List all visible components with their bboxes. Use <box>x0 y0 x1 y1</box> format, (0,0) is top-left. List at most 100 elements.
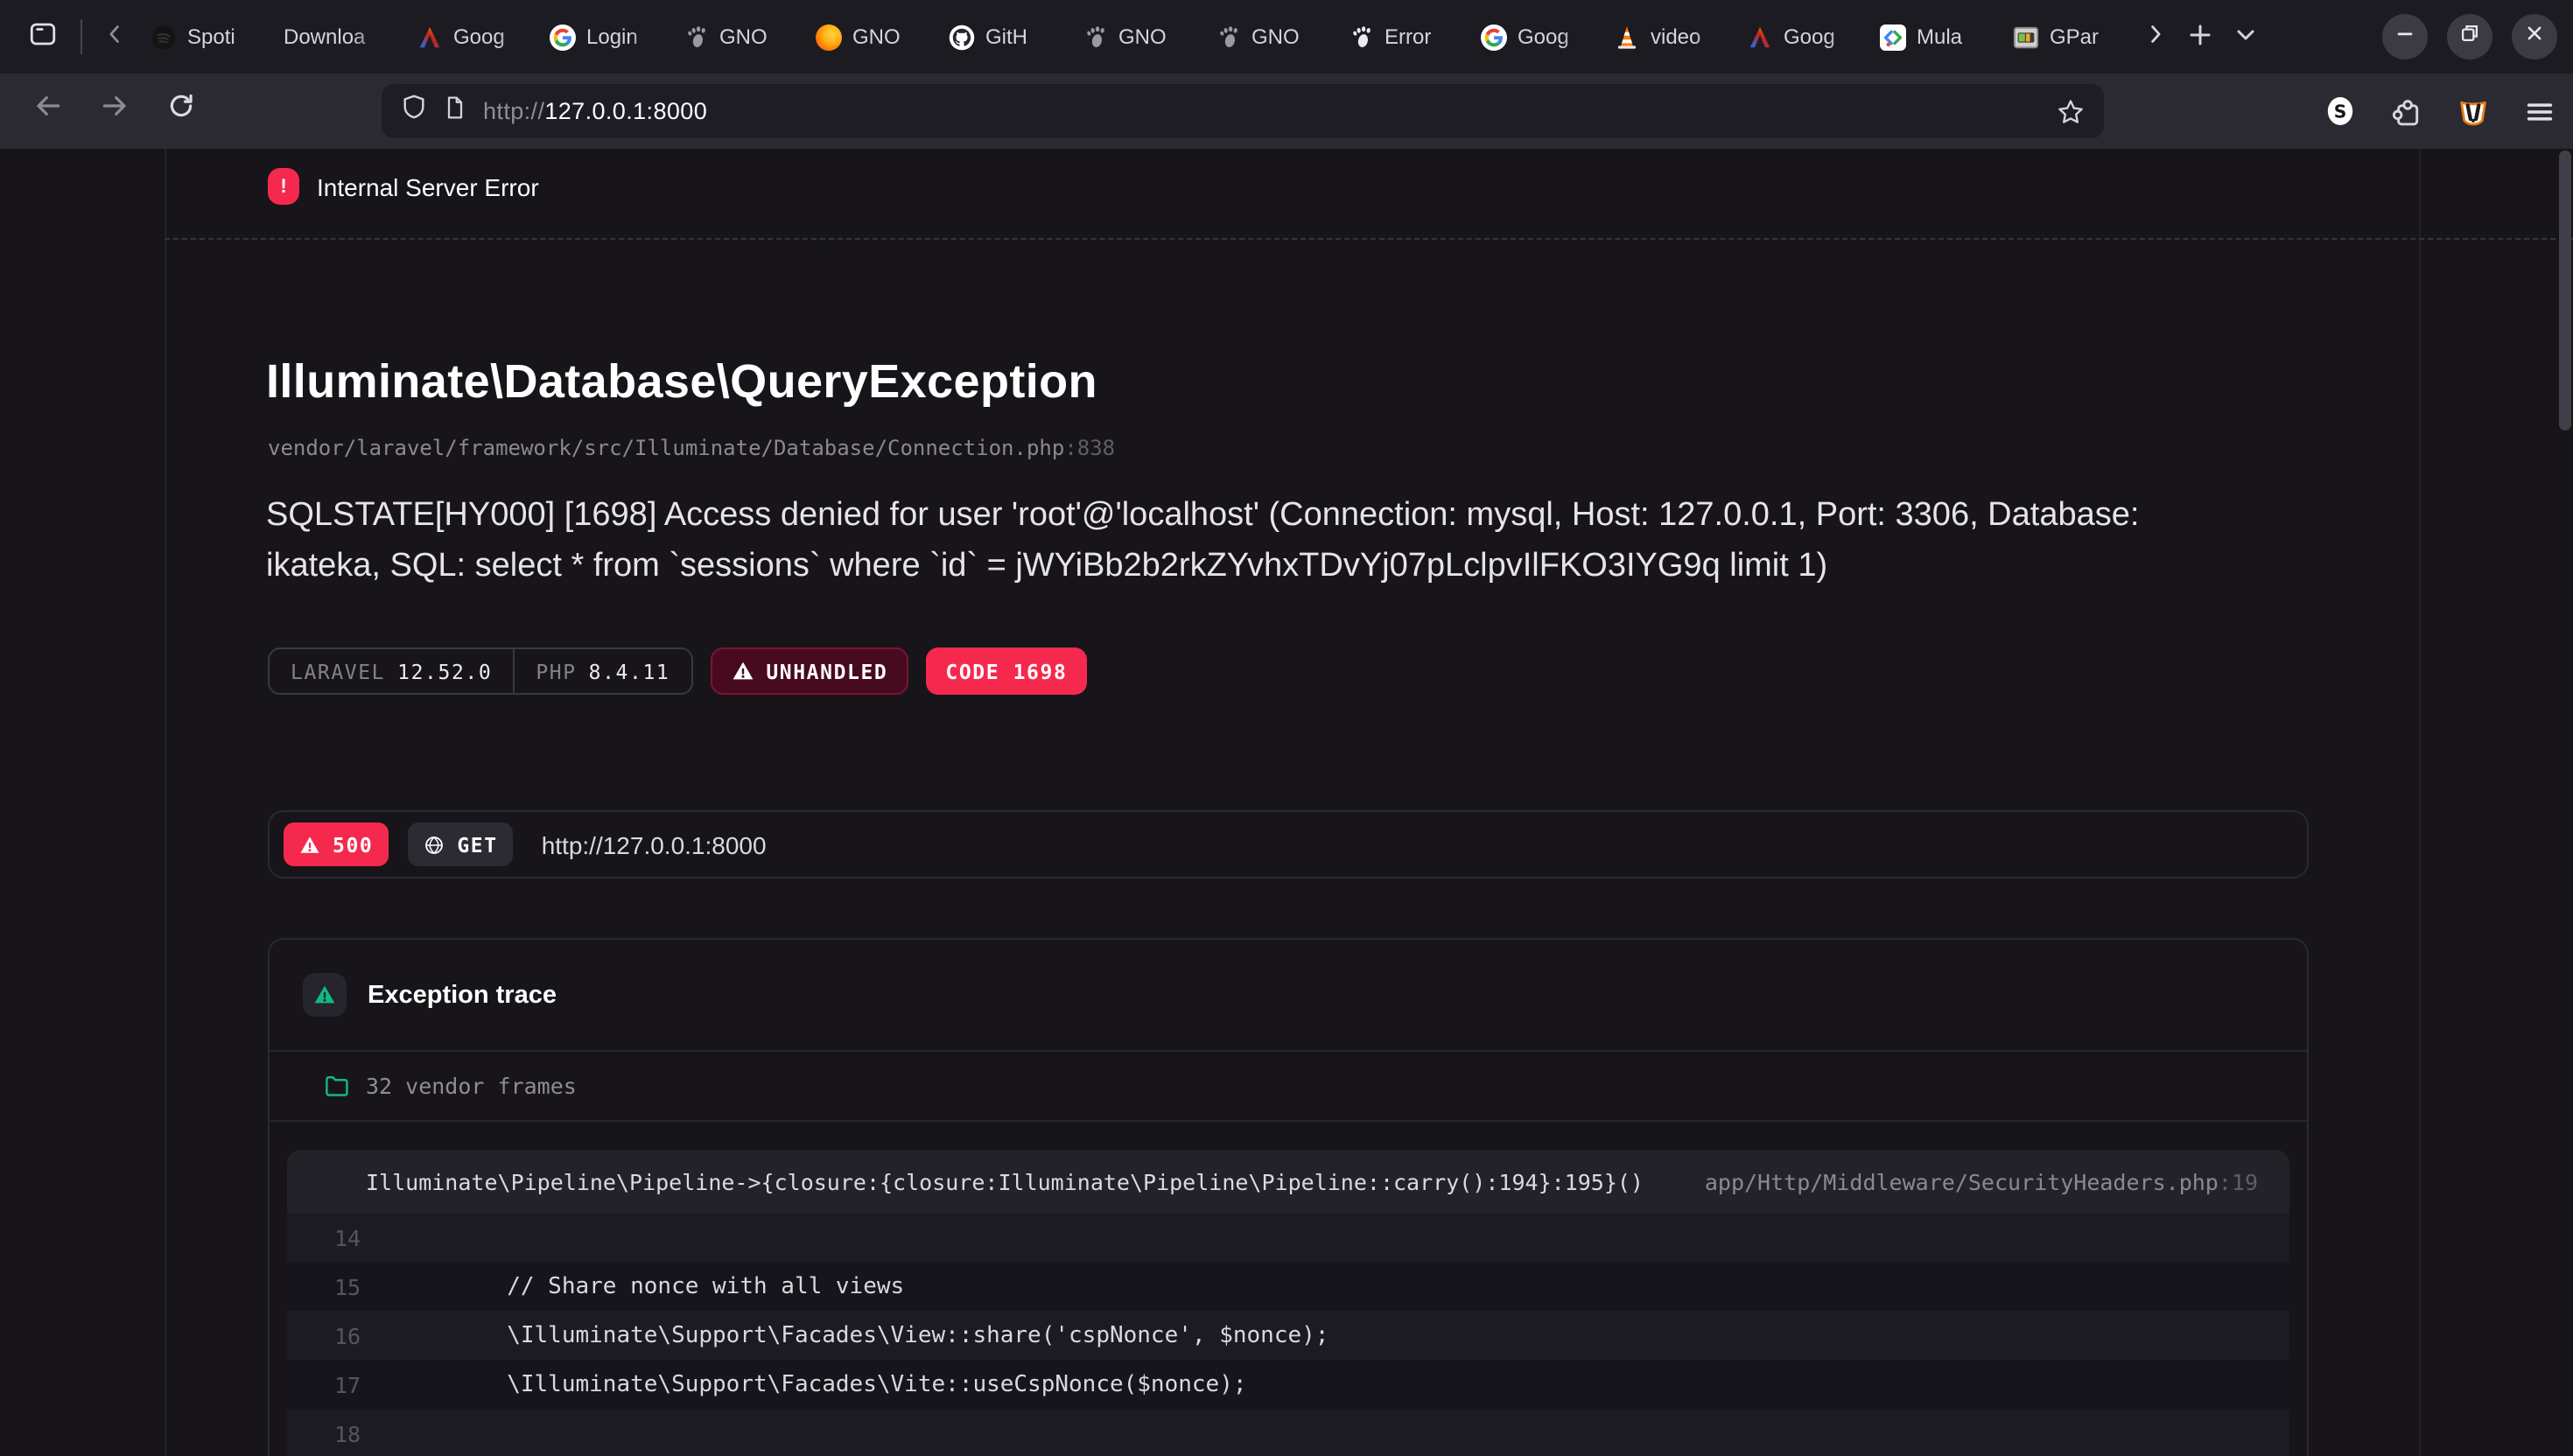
gradient-a-icon <box>1747 24 1773 50</box>
tab-scroll-left-button[interactable] <box>95 10 133 63</box>
warning-triangle-icon <box>299 834 320 855</box>
minimize-button[interactable] <box>2382 14 2428 60</box>
line-code: \Illuminate\Support\Facades\Vite::useCsp… <box>397 1371 1247 1397</box>
gnome-foot-white-icon <box>1348 24 1374 50</box>
frame-file: app/Http/Middleware/SecurityHeaders.php <box>1705 1168 2219 1194</box>
gparted-icon <box>2013 24 2039 50</box>
tab-error[interactable]: Error <box>1336 8 1465 66</box>
url-scheme: http:// <box>483 98 544 124</box>
tab-label: Goog <box>1518 24 1586 49</box>
tab-label: Spoti <box>187 24 256 49</box>
code-line: 17 \Illuminate\Support\Facades\Vite::use… <box>287 1360 2289 1409</box>
navigation-toolbar: http://127.0.0.1:8000 S <box>0 74 2573 149</box>
meta-badges: LARAVEL 12.52.0 PHP 8.4.11 UNHANDLED COD… <box>268 648 1086 695</box>
hamburger-menu-icon[interactable] <box>2524 95 2555 127</box>
warning-triangle-icon <box>731 660 754 682</box>
plus-icon <box>2186 20 2214 53</box>
laravel-label: LARAVEL <box>291 659 385 683</box>
vendor-frames-label: 32 vendor frames <box>366 1073 577 1099</box>
error-exclamation-icon: ! <box>268 168 299 205</box>
tab-github[interactable]: GitH <box>936 8 1066 66</box>
line-number: 18 <box>287 1420 397 1446</box>
tab-label: Mula <box>1917 24 1985 49</box>
restore-button[interactable] <box>2447 14 2492 60</box>
unhandled-badge: UNHANDLED <box>710 648 908 695</box>
tab-scroll-right-button[interactable] <box>2132 10 2177 63</box>
new-tab-button[interactable] <box>2177 10 2223 63</box>
tab-label: GNO <box>852 24 921 49</box>
forward-button[interactable] <box>88 84 140 136</box>
error-page: ! Internal Server Error Illuminate\Datab… <box>0 149 2573 1456</box>
svg-text:S: S <box>2334 101 2347 122</box>
tab-mula[interactable]: Mula <box>1868 8 1997 66</box>
list-all-tabs-button[interactable] <box>2223 10 2268 63</box>
error-banner-label: Internal Server Error <box>317 172 539 200</box>
vlc-cone-icon <box>1614 24 1640 50</box>
back-button[interactable] <box>21 84 74 136</box>
browser-window: Spoti Downloa Goog Login GNO GNO <box>0 0 2573 1456</box>
tab-label: video <box>1651 24 1719 49</box>
exception-message: SQLSTATE[HY000] [1698] Access denied for… <box>266 490 2349 592</box>
globe-icon <box>424 834 445 855</box>
back-arrow-icon <box>32 91 62 130</box>
error-code-badge: CODE 1698 <box>926 648 1086 695</box>
laravel-version: LARAVEL 12.52.0 <box>270 649 513 693</box>
trace-header: Exception trace <box>270 940 2307 1050</box>
exception-trace-card: Exception trace 32 vendor frames Illumin… <box>268 938 2309 1456</box>
chevron-right-icon <box>2142 21 2168 52</box>
window-controls <box>2382 14 2557 60</box>
tab-video[interactable]: video <box>1602 8 1731 66</box>
code-line: 16 \Illuminate\Support\Facades\View::sha… <box>287 1311 2289 1360</box>
php-version: PHP 8.4.11 <box>513 649 691 693</box>
right-guide-line <box>2419 149 2421 1456</box>
vendor-frames-toggle[interactable]: 32 vendor frames <box>270 1050 2307 1122</box>
chevron-left-icon <box>101 21 127 52</box>
tab-gnome-3[interactable]: GNO <box>1069 8 1199 66</box>
minimize-icon <box>2393 20 2417 53</box>
reload-icon <box>165 91 195 130</box>
reload-button[interactable] <box>154 84 207 136</box>
url-bar[interactable]: http://127.0.0.1:8000 <box>382 84 2104 138</box>
line-number: 15 <box>287 1273 397 1299</box>
status-500-badge: 500 <box>284 822 389 866</box>
sidebar-toggle-button[interactable] <box>16 10 68 63</box>
extensions-puzzle-icon[interactable] <box>2391 95 2422 127</box>
request-bar: 500 GET http://127.0.0.1:8000 <box>268 810 2309 878</box>
exception-line: :838 <box>1064 436 1115 460</box>
version-pill: LARAVEL 12.52.0 PHP 8.4.11 <box>268 648 692 695</box>
line-code: \Illuminate\Support\Facades\View::share(… <box>397 1322 1329 1348</box>
privacy-badger-extension-icon[interactable] <box>2457 95 2489 127</box>
tab-gnome-1[interactable]: GNO <box>670 8 800 66</box>
code-line: 18 <box>287 1409 2289 1456</box>
tab-download[interactable]: Downloa <box>271 8 401 66</box>
tab-gparted[interactable]: GPar <box>2001 8 2130 66</box>
page-info-icon[interactable] <box>443 94 467 129</box>
line-number: 14 <box>287 1224 397 1250</box>
tabbar-divider <box>81 19 82 54</box>
frame-line: :19 <box>2219 1168 2258 1194</box>
tab-login[interactable]: Login <box>537 8 667 66</box>
gnome-foot-icon <box>683 24 709 50</box>
shield-icon[interactable] <box>401 93 427 130</box>
chevron-down-icon <box>2232 20 2260 53</box>
close-button[interactable] <box>2512 14 2557 60</box>
gnome-foot-icon <box>1215 24 1241 50</box>
tab-google-gradient-2[interactable]: Goog <box>1735 8 1864 66</box>
tab-gnome-4[interactable]: GNO <box>1202 8 1332 66</box>
tab-google-gradient[interactable]: Goog <box>404 8 534 66</box>
bookmark-star-button[interactable] <box>2057 97 2085 125</box>
tab-spotify[interactable]: Spoti <box>138 8 268 66</box>
google-dev-icon <box>1880 24 1906 50</box>
frame-header[interactable]: Illuminate\Pipeline\Pipeline->{closure:{… <box>287 1150 2289 1213</box>
sidebar-icon <box>27 19 57 54</box>
startpage-extension-icon[interactable]: S <box>2324 94 2356 128</box>
trace-title: Exception trace <box>368 981 557 1009</box>
line-number: 17 <box>287 1371 397 1397</box>
dashed-divider <box>165 238 2573 240</box>
tab-google-2[interactable]: Goog <box>1469 8 1598 66</box>
tab-gnome-2[interactable]: GNO <box>803 8 933 66</box>
scrollbar[interactable] <box>2559 150 2571 430</box>
tab-label: GitH <box>985 24 1054 49</box>
google-icon <box>1481 24 1507 50</box>
exception-file: vendor/laravel/framework/src/Illuminate/… <box>268 436 1064 460</box>
